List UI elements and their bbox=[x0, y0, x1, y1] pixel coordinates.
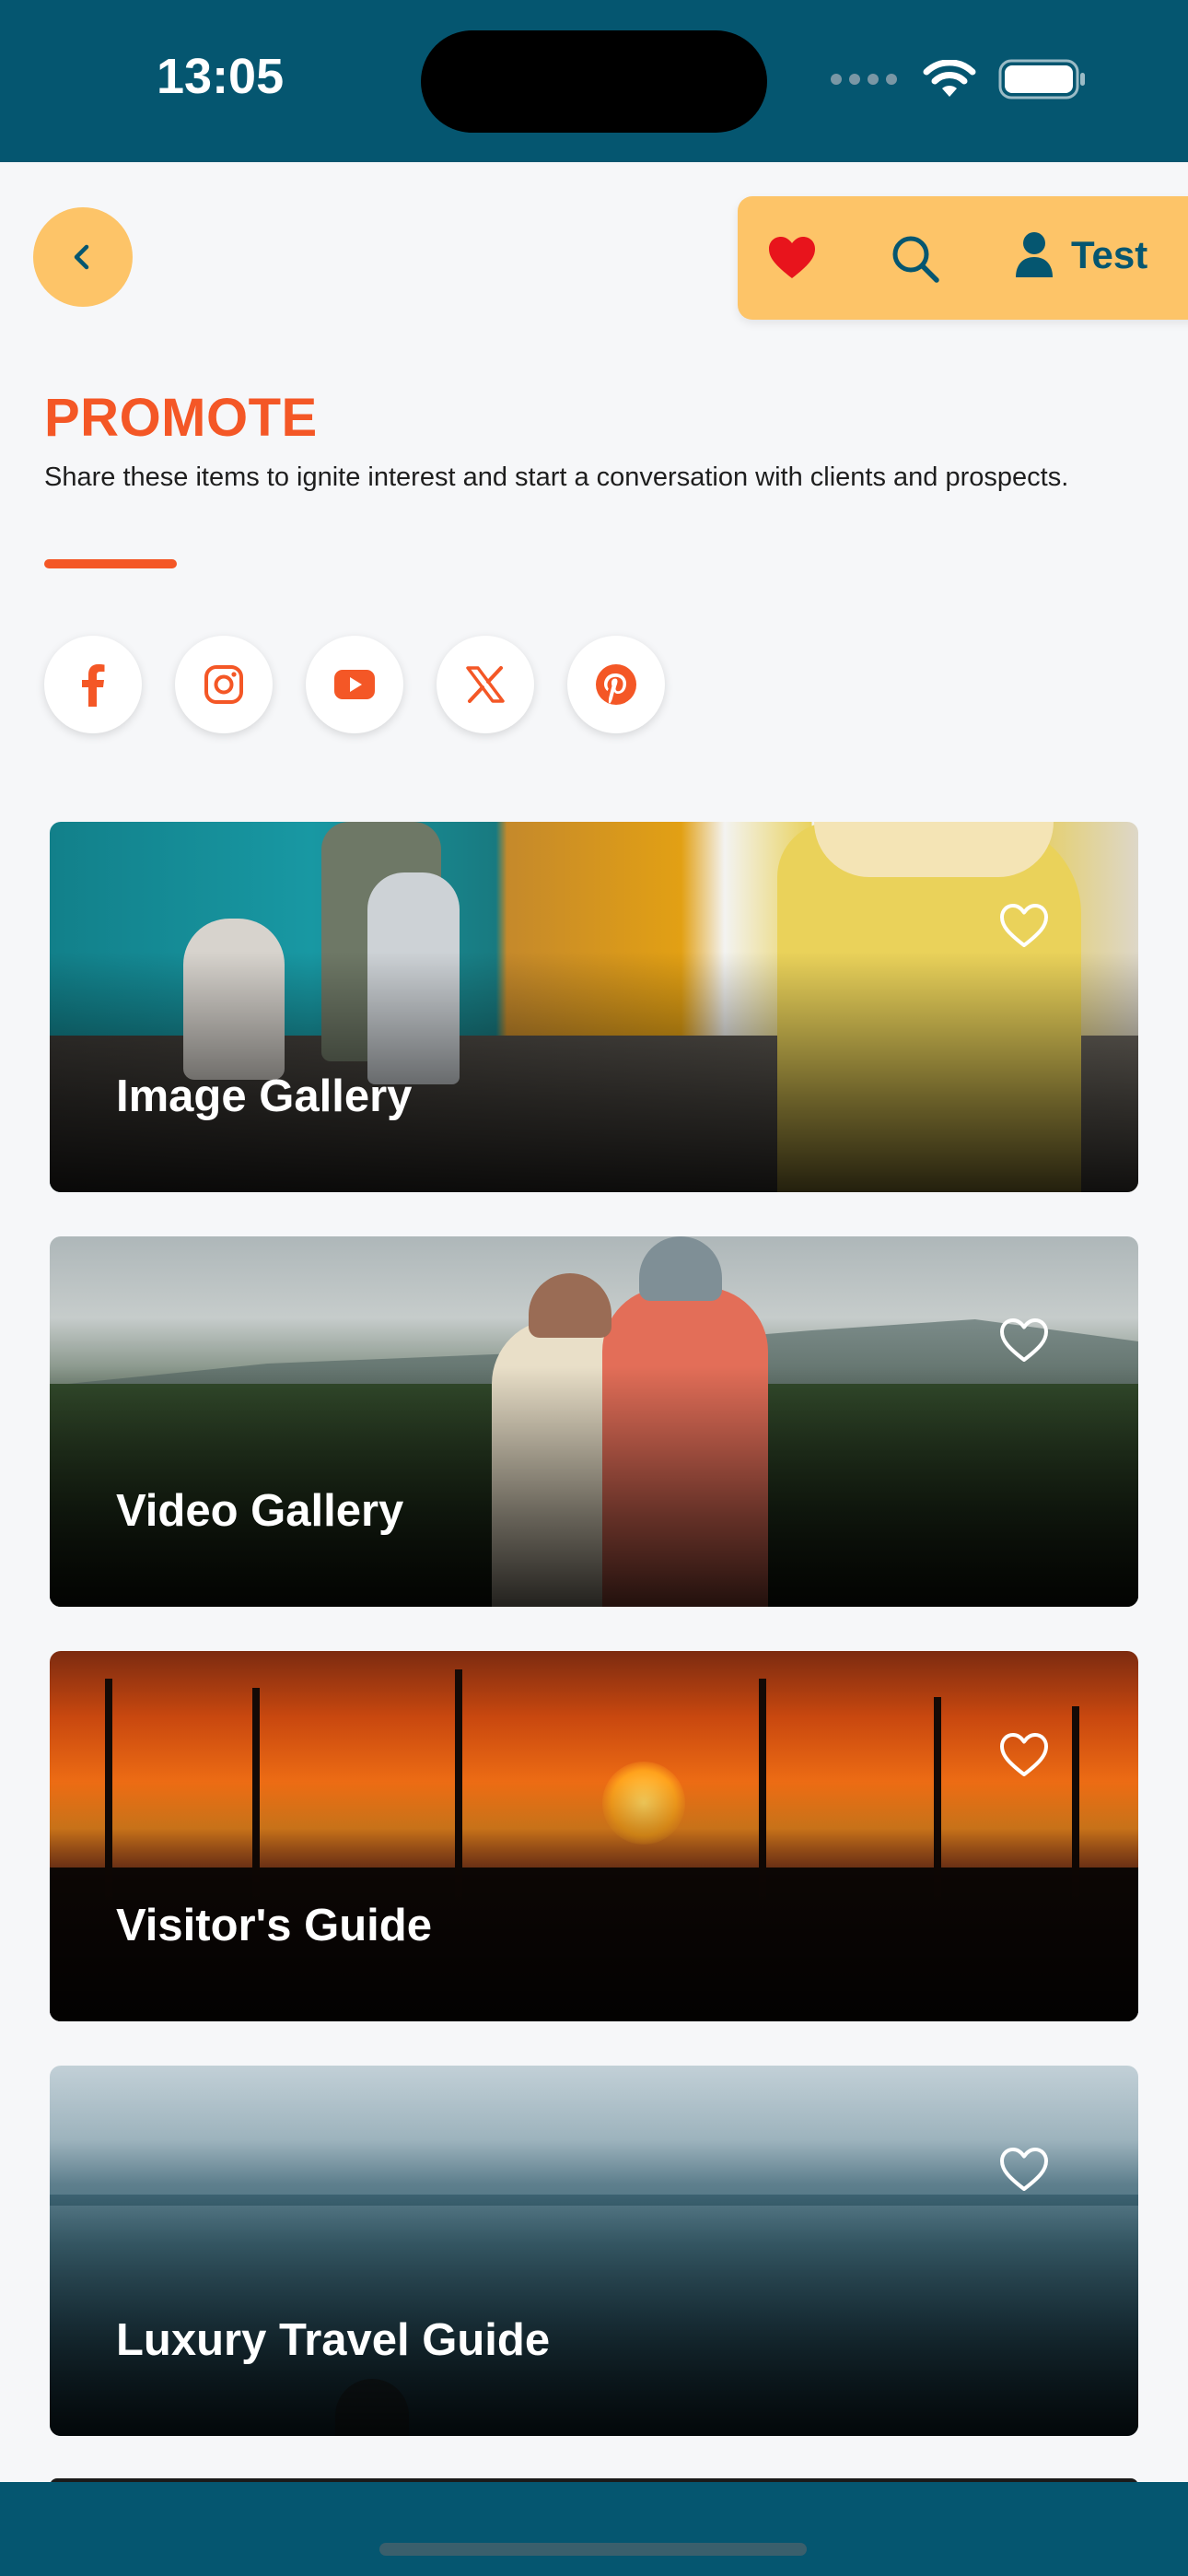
x-share-button[interactable] bbox=[437, 636, 534, 733]
card-title: Luxury Travel Guide bbox=[116, 2315, 551, 2365]
bottom-bar bbox=[0, 2482, 1188, 2576]
pinterest-share-button[interactable] bbox=[567, 636, 665, 733]
favorites-button[interactable] bbox=[766, 235, 818, 286]
instagram-icon bbox=[204, 665, 243, 704]
top-toolbar: Test bbox=[738, 196, 1188, 320]
title-underline bbox=[44, 559, 177, 568]
status-time: 13:05 bbox=[157, 49, 285, 104]
youtube-share-button[interactable] bbox=[306, 636, 403, 733]
search-button[interactable] bbox=[890, 233, 941, 289]
dynamic-island bbox=[421, 30, 767, 133]
page-title: PROMOTE bbox=[44, 388, 318, 448]
user-profile-button[interactable]: Test bbox=[1014, 231, 1147, 279]
back-button[interactable] bbox=[33, 207, 133, 307]
heart-outline-icon bbox=[1000, 1318, 1048, 1362]
battery-icon bbox=[998, 59, 1085, 100]
card-luxury-travel-guide[interactable]: Luxury Travel Guide bbox=[50, 2066, 1138, 2436]
home-indicator[interactable] bbox=[379, 2543, 807, 2556]
page-description: Share these items to ignite interest and… bbox=[44, 463, 1069, 492]
favorite-toggle[interactable] bbox=[998, 1317, 1050, 1368]
heart-outline-icon bbox=[1000, 904, 1048, 947]
social-share-row bbox=[44, 636, 665, 733]
card-title: Video Gallery bbox=[116, 1486, 404, 1536]
card-title: Visitor's Guide bbox=[116, 1901, 432, 1950]
status-bar: 13:05 bbox=[0, 0, 1188, 162]
heart-outline-icon bbox=[1000, 1733, 1048, 1776]
card-title: Image Gallery bbox=[116, 1071, 413, 1121]
favorite-toggle[interactable] bbox=[998, 1732, 1050, 1783]
facebook-icon bbox=[82, 664, 105, 707]
card-visitors-guide[interactable]: Visitor's Guide bbox=[50, 1651, 1138, 2021]
status-icons bbox=[831, 59, 1087, 100]
facebook-share-button[interactable] bbox=[44, 636, 142, 733]
heart-outline-icon bbox=[1000, 2148, 1048, 2191]
user-name-label: Test bbox=[1071, 233, 1148, 276]
pinterest-icon bbox=[596, 664, 636, 705]
user-icon bbox=[1016, 232, 1053, 277]
youtube-icon bbox=[334, 670, 375, 699]
x-icon bbox=[466, 666, 505, 703]
search-icon bbox=[892, 236, 939, 283]
instagram-share-button[interactable] bbox=[175, 636, 273, 733]
wifi-icon bbox=[923, 60, 976, 97]
card-image-gallery[interactable]: Image Gallery bbox=[50, 822, 1138, 1192]
heart-filled-icon bbox=[769, 237, 815, 278]
card-video-gallery[interactable]: Video Gallery bbox=[50, 1236, 1138, 1607]
cellular-signal-icon bbox=[831, 74, 897, 85]
favorite-toggle[interactable] bbox=[998, 903, 1050, 954]
favorite-toggle[interactable] bbox=[998, 2147, 1050, 2197]
chevron-left-icon bbox=[74, 244, 89, 270]
